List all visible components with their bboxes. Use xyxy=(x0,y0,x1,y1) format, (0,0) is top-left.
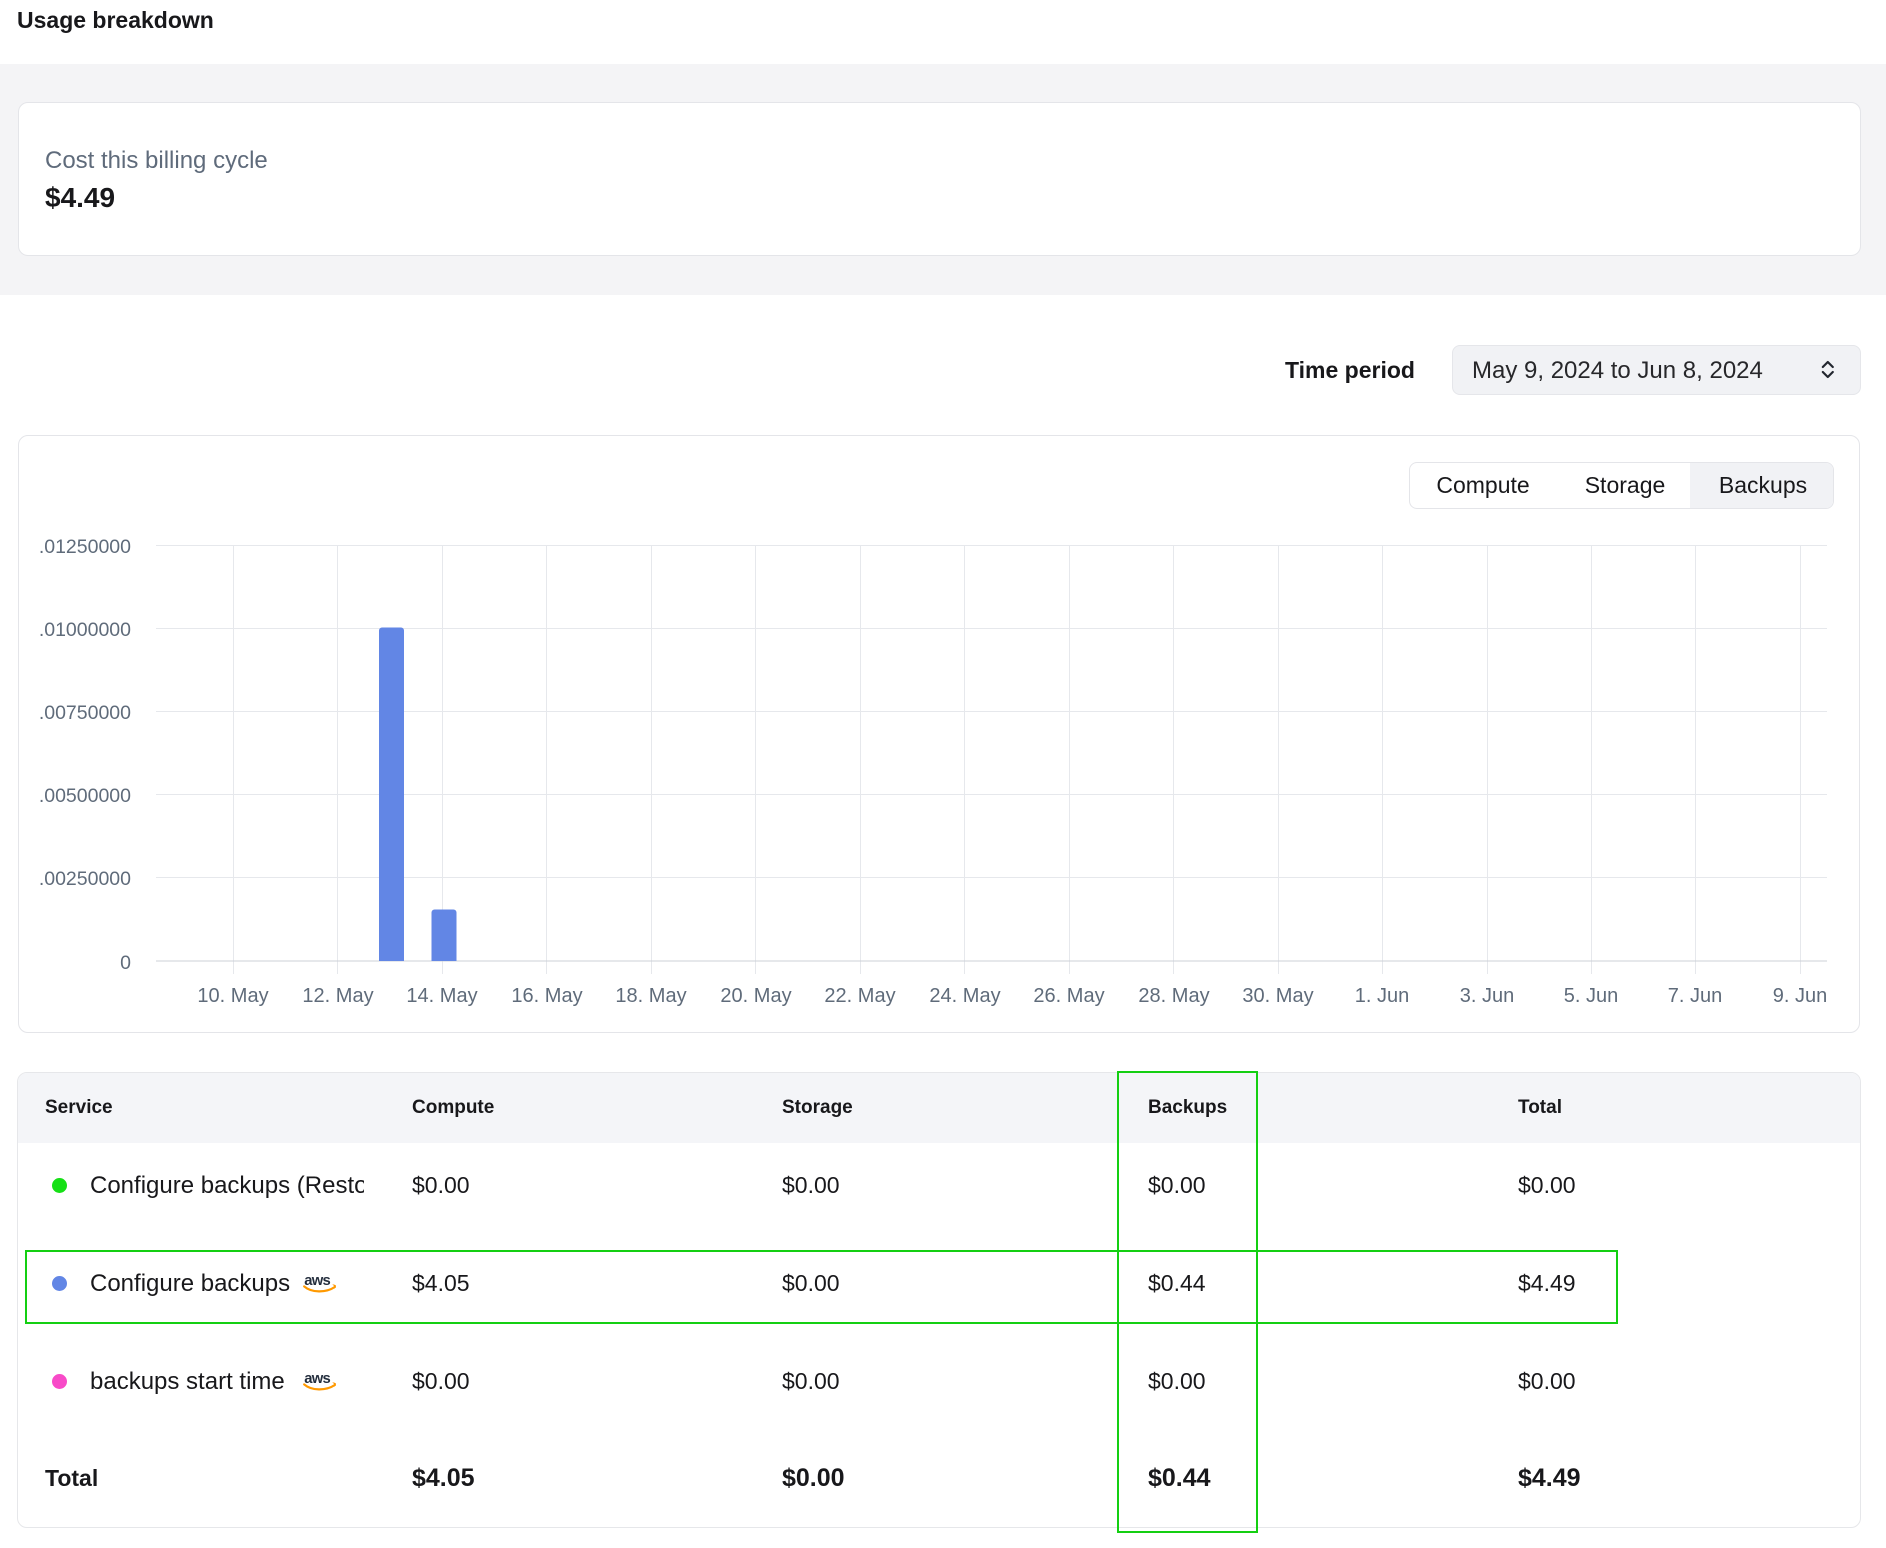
svg-text:aws: aws xyxy=(304,1371,330,1387)
